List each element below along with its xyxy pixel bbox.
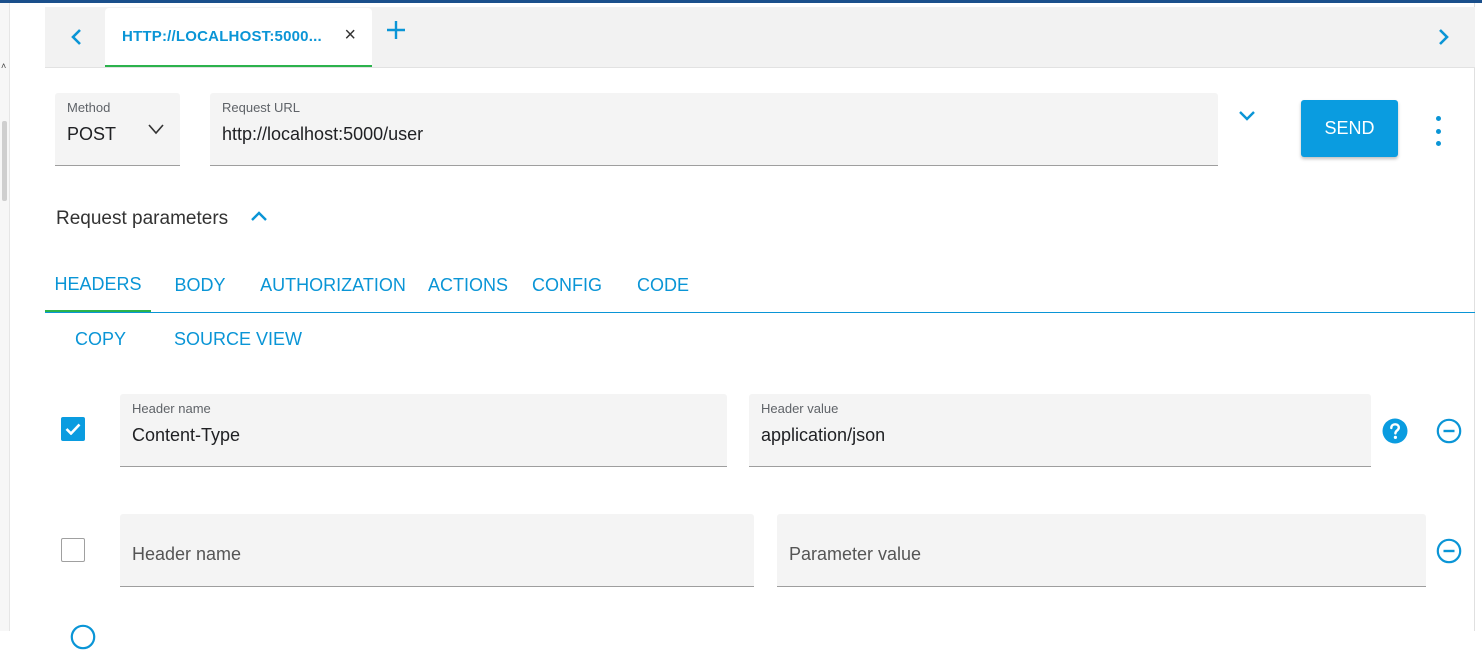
tab-scroll-left-button[interactable] [57, 7, 97, 67]
help-icon[interactable] [1382, 418, 1408, 449]
tab-config[interactable]: CONFIG [525, 258, 609, 312]
remove-header-button[interactable] [1436, 418, 1462, 449]
tab-scroll-right-button[interactable] [1423, 7, 1463, 67]
collapse-caret-icon[interactable]: ˄ [1, 61, 6, 71]
remove-circle-icon [1436, 538, 1462, 564]
request-url-label: Request URL [222, 100, 301, 115]
request-parameters-toggle[interactable] [250, 206, 268, 227]
check-icon [65, 423, 81, 435]
tab-code[interactable]: CODE [631, 258, 695, 312]
url-expand-button[interactable] [1238, 106, 1256, 127]
chevron-right-icon [1439, 29, 1449, 45]
tab-actions[interactable]: ACTIONS [423, 258, 513, 312]
parameter-value-placeholder: Parameter value [789, 544, 922, 564]
request-url-value: http://localhost:5000/user [222, 124, 424, 144]
more-dot [1435, 141, 1441, 146]
header-enabled-checkbox[interactable] [61, 538, 85, 562]
tab-headers[interactable]: HEADERS [45, 258, 151, 312]
method-value: POST [67, 124, 117, 144]
sidebar-scrollbar[interactable] [2, 121, 7, 201]
request-parameters-title: Request parameters [56, 208, 229, 229]
chevron-up-icon [251, 211, 267, 221]
close-icon[interactable]: × [344, 24, 356, 47]
more-dot [1435, 116, 1441, 121]
header-value-label: Header value [761, 401, 839, 416]
request-url-input[interactable]: Request URL http://localhost:5000/user [210, 93, 1218, 166]
header-value-value: application/json [761, 425, 886, 445]
more-dot [1435, 128, 1441, 134]
request-tab[interactable]: HTTP://LOCALHOST:5000... × [105, 8, 372, 67]
add-circle-icon [70, 624, 96, 650]
chevron-left-icon [71, 29, 81, 45]
send-button[interactable]: SEND [1301, 100, 1398, 157]
header-name-placeholder: Header name [132, 544, 242, 564]
method-select[interactable]: Method POST [55, 93, 180, 166]
right-scrollbar-track[interactable] [1474, 3, 1482, 631]
source-view-button[interactable]: SOURCE VIEW [174, 329, 302, 350]
chevron-down-icon [1239, 111, 1255, 121]
header-name-field[interactable]: Header name Content-Type [120, 394, 727, 467]
parameter-value-input[interactable]: Parameter value [777, 514, 1426, 587]
more-vert-icon[interactable] [1428, 116, 1448, 146]
tab-body[interactable]: BODY [163, 258, 237, 312]
header-name-value: Content-Type [132, 425, 241, 445]
plus-icon [387, 21, 405, 39]
remove-header-button[interactable] [1436, 538, 1462, 569]
copy-button[interactable]: COPY [75, 329, 126, 350]
add-tab-button[interactable] [385, 15, 407, 49]
add-header-button[interactable] [70, 624, 96, 655]
request-tab-label: HTTP://LOCALHOST:5000... [122, 28, 322, 45]
tab-authorization[interactable]: AUTHORIZATION [253, 258, 413, 312]
left-sidebar-strip: ˄ [0, 3, 10, 631]
method-label: Method [67, 100, 111, 115]
help-icon-svg [1382, 418, 1408, 444]
window-top-border [0, 0, 1482, 3]
header-name-input[interactable]: Header name [120, 514, 754, 587]
header-enabled-checkbox[interactable] [61, 417, 85, 441]
header-value-field[interactable]: Header value application/json [749, 394, 1371, 467]
request-tab-bar: HTTP://LOCALHOST:5000... × [45, 7, 1475, 68]
header-name-label: Header name [132, 401, 211, 416]
chevron-down-icon [148, 124, 164, 135]
remove-circle-icon [1436, 418, 1462, 444]
request-parameters-tabs: HEADERS BODY AUTHORIZATION ACTIONS CONFI… [45, 258, 1475, 313]
